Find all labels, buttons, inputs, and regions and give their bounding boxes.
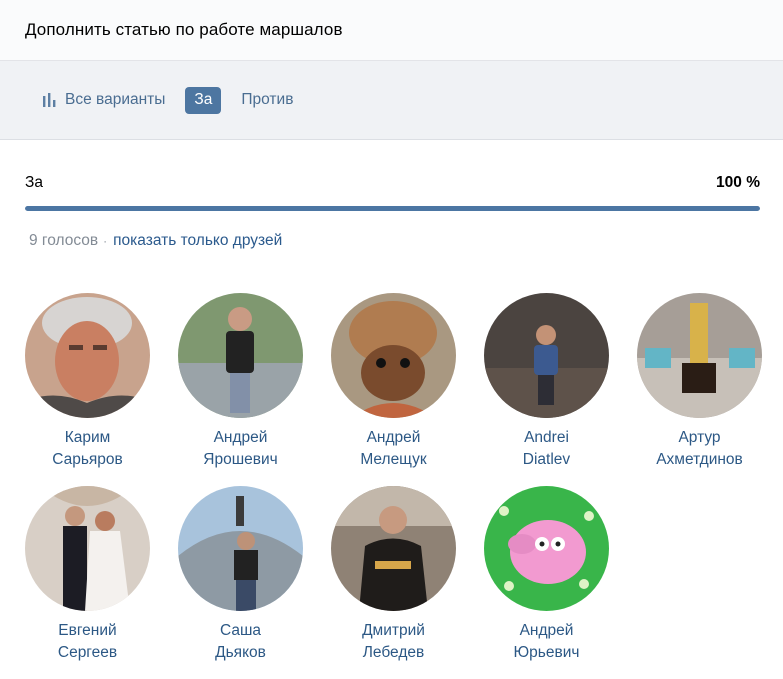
voter-last-name: Лебедев bbox=[362, 644, 425, 661]
voter-last-name: Сергеев bbox=[57, 644, 118, 661]
avatar[interactable] bbox=[637, 293, 762, 418]
voter-last-name: Ярошевич bbox=[203, 451, 278, 468]
tab-against[interactable]: Против bbox=[232, 87, 302, 114]
voter-card[interactable]: Карим Сарьяров bbox=[25, 293, 150, 486]
voters-grid: Карим Сарьяров Андрей Ярошевич Андрей Ме… bbox=[25, 293, 765, 679]
voter-name[interactable]: Андрей Ярошевич bbox=[178, 427, 303, 471]
voter-last-name: Юрьевич bbox=[513, 644, 580, 661]
voter-first-name: Андрей bbox=[366, 429, 421, 446]
votes-count: 9 голосов bbox=[29, 232, 99, 249]
voter-first-name: Андрей bbox=[519, 622, 574, 639]
avatar[interactable] bbox=[178, 293, 303, 418]
voter-first-name: Саша bbox=[219, 622, 262, 639]
voter-name[interactable]: Andrei Diatlev bbox=[484, 427, 609, 471]
avatar[interactable] bbox=[178, 486, 303, 611]
option-percent: 100 % bbox=[716, 174, 760, 191]
voter-card[interactable]: Дмитрий Лебедев bbox=[331, 486, 456, 679]
voter-name[interactable]: Саша Дьяков bbox=[178, 620, 303, 664]
voter-card[interactable]: Андрей Юрьевич bbox=[484, 486, 609, 679]
voter-name[interactable]: Андрей Мелещук bbox=[331, 427, 456, 471]
voter-last-name: Дьяков bbox=[215, 644, 266, 661]
tab-for[interactable]: За bbox=[185, 86, 222, 114]
voter-card[interactable]: Андрей Ярошевич bbox=[178, 293, 303, 486]
voter-name[interactable]: Дмитрий Лебедев bbox=[331, 620, 456, 664]
voter-card[interactable]: Артур Ахметдинов bbox=[637, 293, 762, 486]
option-result: За 100 % bbox=[0, 140, 783, 211]
bar-chart-icon bbox=[43, 93, 56, 107]
voter-name[interactable]: Артур Ахметдинов bbox=[637, 427, 762, 471]
tab-against-label: Против bbox=[241, 91, 294, 108]
avatar[interactable] bbox=[484, 486, 609, 611]
poll-title: Дополнить статью по работе маршалов bbox=[25, 20, 343, 39]
voter-card[interactable]: Андрей Мелещук bbox=[331, 293, 456, 486]
tab-all-options-label: Все варианты bbox=[65, 91, 166, 108]
voter-name[interactable]: Карим Сарьяров bbox=[25, 427, 150, 471]
avatar[interactable] bbox=[331, 293, 456, 418]
separator-dot: · bbox=[103, 234, 108, 248]
voter-first-name: Андрей bbox=[213, 429, 268, 446]
voter-card[interactable]: Евгений Сергеев bbox=[25, 486, 150, 679]
tab-all-options[interactable]: Все варианты bbox=[42, 87, 174, 114]
voter-first-name: Артур bbox=[678, 429, 721, 446]
voter-card[interactable]: Саша Дьяков bbox=[178, 486, 303, 679]
avatar[interactable] bbox=[25, 486, 150, 611]
avatar[interactable] bbox=[484, 293, 609, 418]
voter-first-name: Евгений bbox=[58, 622, 117, 639]
voter-card[interactable]: Andrei Diatlev bbox=[484, 293, 609, 486]
voter-last-name: Diatlev bbox=[522, 451, 571, 468]
result-progress-bar bbox=[25, 206, 760, 211]
voter-name[interactable]: Андрей Юрьевич bbox=[484, 620, 609, 664]
avatar[interactable] bbox=[331, 486, 456, 611]
result-progress-fill bbox=[25, 206, 760, 211]
tab-for-label: За bbox=[194, 91, 213, 108]
voter-last-name: Сарьяров bbox=[52, 451, 123, 468]
voter-name[interactable]: Евгений Сергеев bbox=[25, 620, 150, 664]
voter-last-name: Ахметдинов bbox=[656, 451, 743, 468]
tab-bar: Все варианты За Против bbox=[0, 61, 783, 140]
avatar[interactable] bbox=[25, 293, 150, 418]
voter-first-name: Карим bbox=[64, 429, 111, 446]
voter-first-name: Дмитрий bbox=[362, 622, 425, 639]
option-label: За bbox=[25, 174, 43, 191]
votes-summary: 9 голосов · показать только друзей bbox=[0, 232, 783, 250]
voter-first-name: Andrei bbox=[524, 429, 569, 446]
voter-last-name: Мелещук bbox=[360, 451, 427, 468]
modal-header: Дополнить статью по работе маршалов bbox=[0, 0, 783, 61]
show-friends-link[interactable]: показать только друзей bbox=[113, 232, 282, 249]
